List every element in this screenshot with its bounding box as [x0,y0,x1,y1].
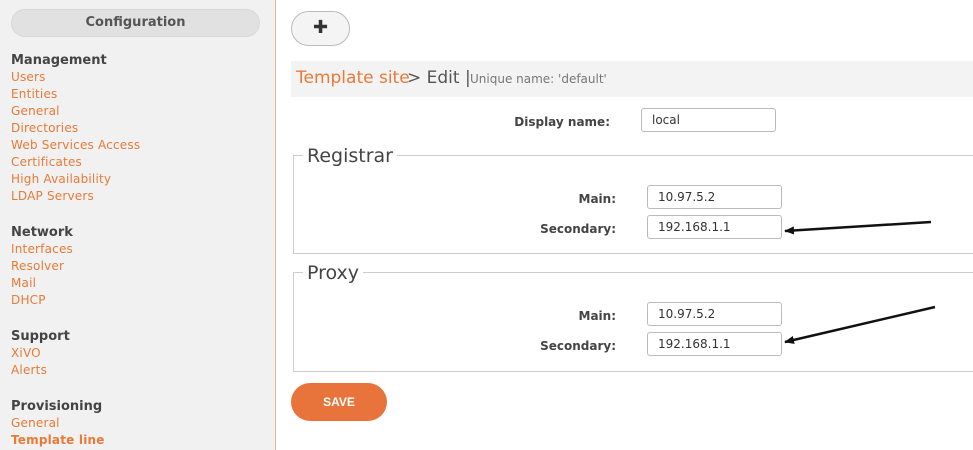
breadcrumb-template-site-link[interactable]: Template site [296,68,410,88]
unique-name-label: Unique name: 'default' [470,72,607,86]
registrar-main-label: Main: [578,192,617,206]
sidebar-item-dhcp[interactable]: DHCP [11,293,46,307]
registrar-main-input[interactable] [647,185,782,209]
proxy-secondary-input[interactable] [647,332,782,356]
proxy-main-input[interactable] [647,302,782,326]
sidebar-item-web-services-access[interactable]: Web Services Access [11,138,140,152]
sidebar-item-ldap-servers[interactable]: LDAP Servers [11,189,94,203]
sidebar-item-high-availability[interactable]: High Availability [11,172,111,186]
registrar-secondary-label: Secondary: [540,222,616,236]
sidebar-item-alerts[interactable]: Alerts [11,363,47,377]
configuration-button[interactable]: Configuration [11,9,260,37]
proxy-fieldset [293,272,973,372]
registrar-fieldset [293,155,973,254]
sidebar-item-mail[interactable]: Mail [11,276,36,290]
proxy-secondary-label: Secondary: [540,339,616,353]
sidebar-item-entities[interactable]: Entities [11,87,58,101]
sidebar-item-xivo[interactable]: XiVO [11,346,41,360]
add-button[interactable]: ✚ [291,11,350,46]
plus-icon: ✚ [312,17,329,38]
section-title-support: Support [11,329,70,344]
sidebar-item-interfaces[interactable]: Interfaces [11,242,73,256]
sidebar: Configuration Management Users Entities … [0,0,276,450]
registrar-legend: Registrar [303,145,397,167]
sidebar-item-resolver[interactable]: Resolver [11,259,64,273]
proxy-main-label: Main: [578,309,617,323]
save-button[interactable]: SAVE [291,383,387,421]
sidebar-item-directories[interactable]: Directories [11,121,78,135]
display-name-label: Display name: [514,115,610,129]
section-title-provisioning: Provisioning [11,399,103,414]
breadcrumb-edit: > Edit | [407,68,471,88]
section-title-management: Management [11,53,107,68]
sidebar-item-template-line[interactable]: Template line [11,433,105,447]
display-name-input[interactable] [641,108,776,132]
sidebar-item-general[interactable]: General [11,104,60,118]
sidebar-item-certificates[interactable]: Certificates [11,155,82,169]
section-title-network: Network [11,225,73,240]
sidebar-item-provisioning-general[interactable]: General [11,416,60,430]
proxy-legend: Proxy [303,262,364,284]
sidebar-item-users[interactable]: Users [11,70,46,84]
page-title-bar: Template site > Edit | Unique name: 'def… [291,61,973,97]
registrar-secondary-input[interactable] [647,215,782,239]
